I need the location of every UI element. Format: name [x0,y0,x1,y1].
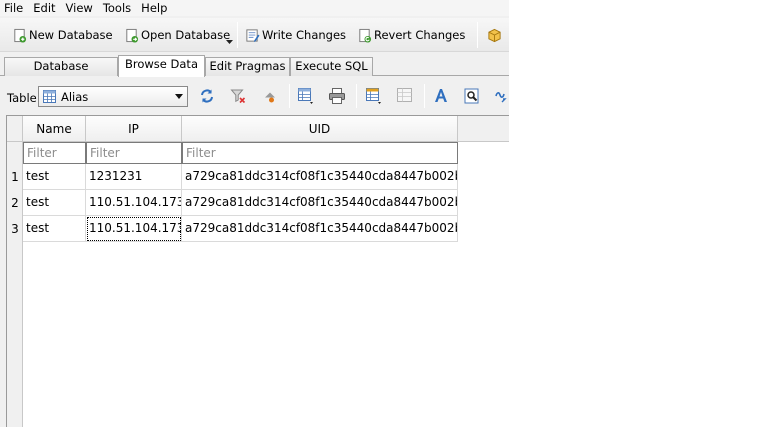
tab-bar: Database Structure Browse Data Edit Prag… [0,55,509,90]
row-number[interactable]: 2 [7,190,23,216]
table-delete-icon [397,88,412,102]
main-toolbar: New Database Open Database Write Changes [0,18,509,52]
data-grid[interactable]: Name IP UID 1 test 1231231 a729ca81ddc31… [6,115,509,427]
table-cell[interactable]: a729ca81ddc314cf08f1c35440cda8447b002b63 [182,216,458,242]
column-header-ip[interactable]: IP [86,116,182,142]
row-number[interactable]: 1 [7,164,23,190]
cube-icon [488,28,501,42]
clear-filter-icon [230,89,246,104]
menu-help[interactable]: Help [136,0,172,16]
table-cell[interactable]: a729ca81ddc314cf08f1c35440cda8447b002b63 [182,190,458,216]
find-replace-button[interactable] [494,87,509,105]
write-changes-button[interactable]: Write Changes [245,25,346,45]
refresh-button[interactable] [198,87,216,105]
new-database-label: New Database [29,28,113,42]
open-database-dropdown-icon[interactable] [226,40,233,45]
menu-file[interactable]: File [0,0,28,16]
delete-record-button[interactable] [396,87,414,105]
print-button[interactable] [328,87,346,105]
chevron-down-icon [175,94,183,99]
toolbar-separator [289,84,290,108]
menu-edit[interactable]: Edit [28,0,60,16]
insert-record-button[interactable] [365,87,383,105]
browse-data-panel: Table: Alias Name IP UID Filter Filter F… [0,76,509,427]
table-select[interactable]: Alias [38,86,188,107]
write-changes-icon [246,28,260,42]
row-number[interactable]: 3 [7,216,23,242]
header-empty-area [458,116,509,142]
revert-changes-button[interactable]: Revert Changes [357,25,465,45]
toolbar-overflow-button[interactable] [487,25,504,45]
font-button[interactable] [432,87,450,105]
sort-icon [265,92,275,103]
menu-tools[interactable]: Tools [98,0,136,16]
revert-changes-icon [359,28,372,43]
table-label: Table: [7,91,41,105]
find-replace-icon [495,92,507,103]
font-icon [435,89,447,102]
refresh-icon [201,89,213,103]
column-header-uid[interactable]: UID [182,116,458,142]
table-save-icon [298,88,313,104]
focused-table-cell[interactable]: 110.51.104.173 [86,216,182,242]
new-database-icon [14,28,27,43]
find-button[interactable] [463,87,481,105]
tab-database-structure[interactable]: Database Structure [4,57,118,90]
table-cell[interactable]: test [23,190,86,216]
toolbar-separator [477,22,478,48]
filter-ip-input[interactable] [86,142,182,164]
filter-uid-input[interactable] [182,142,458,164]
table-insert-icon [366,88,381,104]
table-icon [43,90,56,103]
table-select-value: Alias [61,89,89,104]
toolbar-separator [356,84,357,108]
printer-icon [329,88,345,104]
new-database-button[interactable]: New Database [12,25,113,45]
tab-edit-pragmas[interactable]: Edit Pragmas [205,57,290,76]
open-database-button[interactable]: Open Database [124,25,230,45]
table-cell[interactable]: test [23,164,86,190]
table-cell[interactable]: 110.51.104.173 [86,190,182,216]
tab-browse-data[interactable]: Browse Data [118,55,205,77]
save-results-button[interactable] [297,87,315,105]
app-window: File Edit View Tools Help New Database O… [0,0,509,427]
table-cell[interactable]: a729ca81ddc314cf08f1c35440cda8447b002b63 [182,164,458,190]
filter-name-input[interactable] [23,142,86,164]
table-cell[interactable]: 1231231 [86,164,182,190]
column-header-name[interactable]: Name [23,116,86,142]
menu-view[interactable]: View [61,0,98,16]
toolbar-separator [424,84,425,108]
open-database-label: Open Database [141,28,231,42]
revert-changes-label: Revert Changes [374,28,466,42]
find-icon [464,88,479,104]
write-changes-label: Write Changes [262,28,347,42]
menu-bar: File Edit View Tools Help [0,0,509,16]
table-cell[interactable]: test [23,216,86,242]
toolbar-separator [237,22,238,48]
grid-corner[interactable] [7,116,23,142]
sort-button[interactable] [261,87,279,105]
clear-filters-button[interactable] [229,87,247,105]
tab-execute-sql[interactable]: Execute SQL [290,57,373,76]
open-database-icon [126,28,139,43]
